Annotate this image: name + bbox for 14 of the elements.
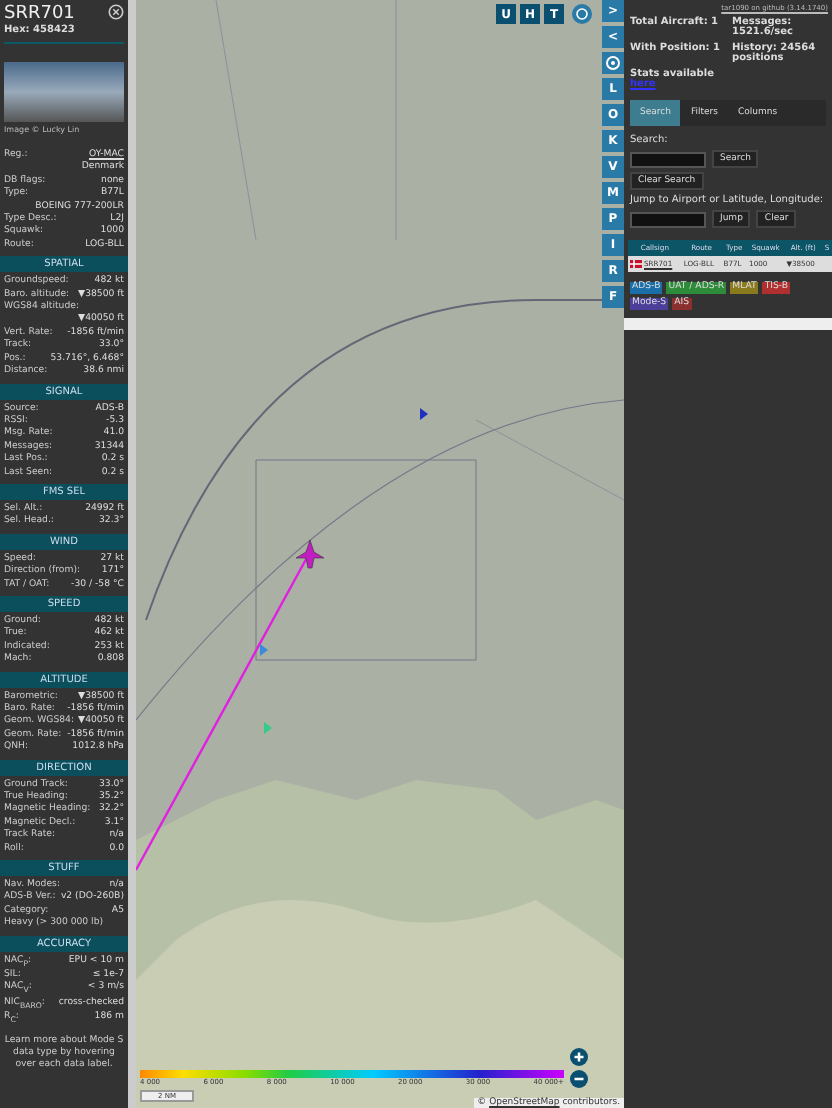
settings-icon[interactable] (602, 52, 624, 74)
callsign-title: SRR701 (4, 4, 75, 24)
flag-icon (630, 260, 642, 269)
horizontal-scrollbar[interactable] (624, 318, 832, 331)
jump-field[interactable] (630, 211, 706, 227)
scrollbar[interactable] (128, 0, 136, 1108)
search-field[interactable] (630, 151, 706, 167)
close-icon[interactable] (108, 4, 124, 20)
globe-icon[interactable] (572, 4, 592, 24)
aircraft-icon[interactable] (420, 408, 428, 420)
photo-placeholder (4, 62, 124, 122)
aircraft-icon[interactable] (295, 539, 325, 569)
zoom-in-icon[interactable] (570, 1048, 588, 1066)
zoom-out-icon[interactable] (570, 1070, 588, 1088)
